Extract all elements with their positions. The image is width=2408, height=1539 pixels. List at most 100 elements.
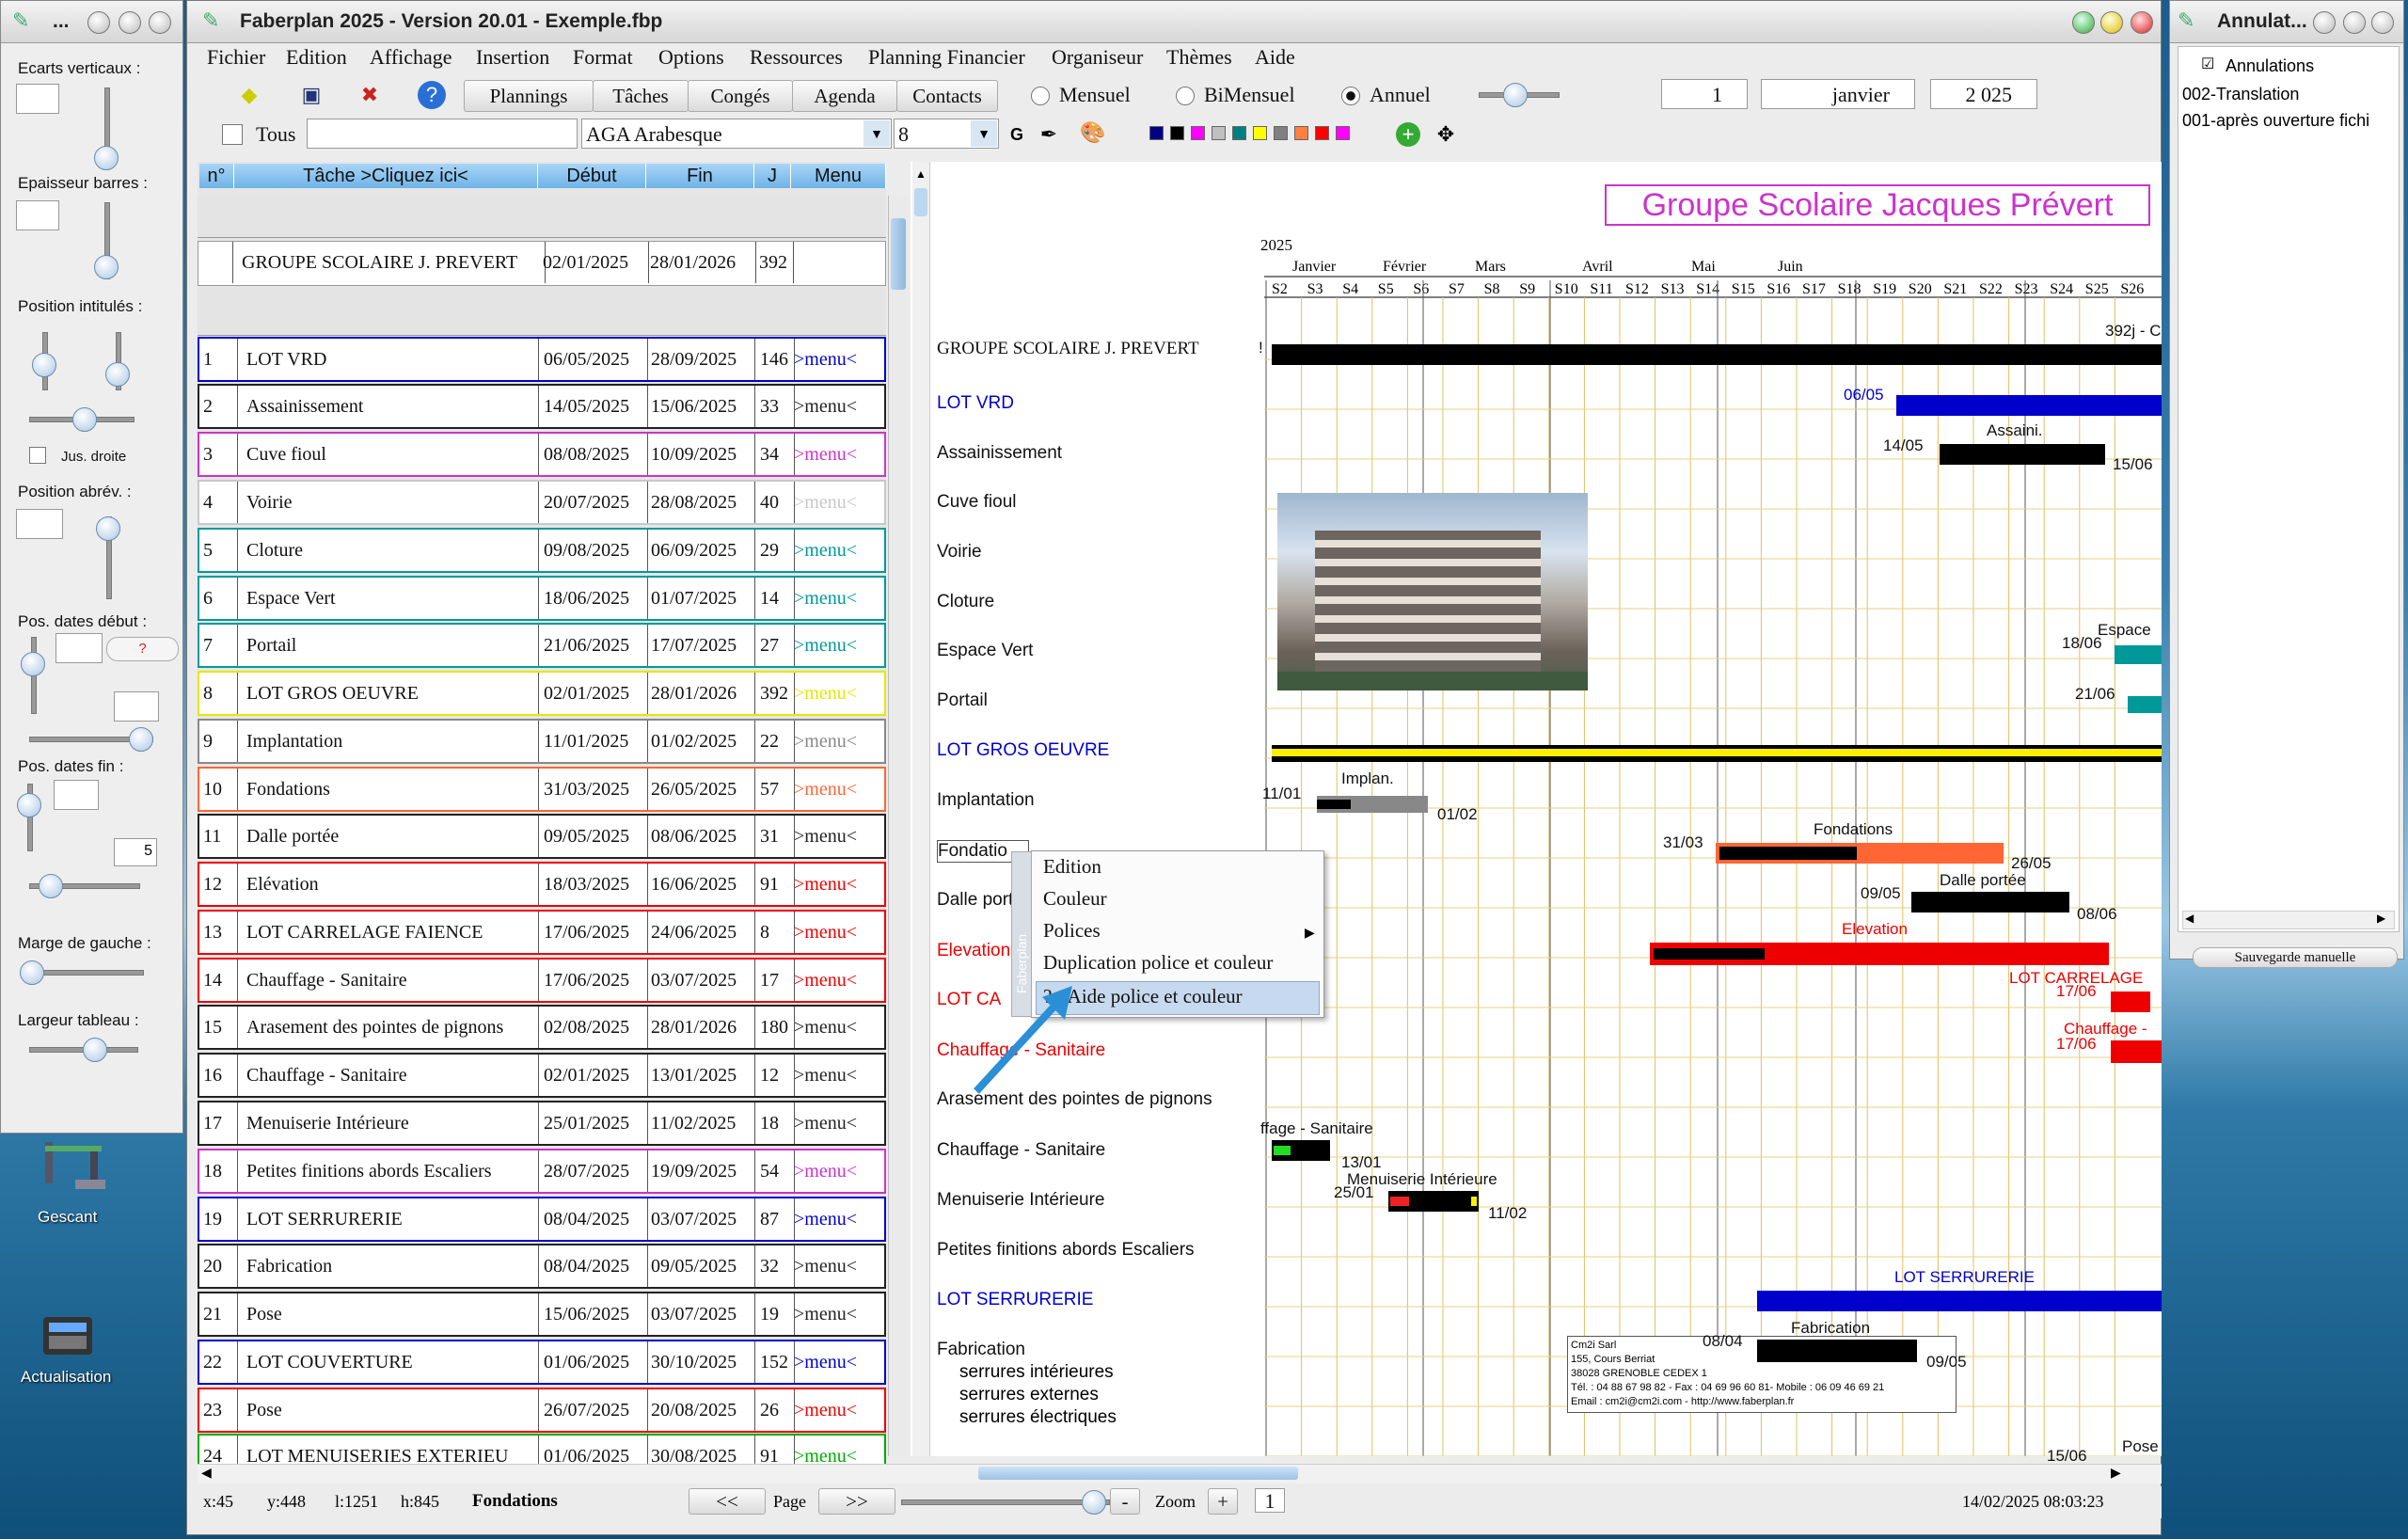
annuel-radio[interactable] — [1341, 87, 1360, 105]
zoom-minus-button[interactable]: - — [1110, 1488, 1140, 1515]
contacts-button[interactable]: Contacts — [896, 80, 998, 112]
debut-knob-h[interactable] — [129, 727, 153, 752]
task-menu[interactable]: >menu< — [790, 530, 888, 571]
task-menu[interactable]: >menu< — [790, 769, 888, 810]
menu-aide[interactable]: Aide — [1255, 45, 1295, 73]
vrd-bar[interactable] — [1896, 395, 2162, 416]
task-menu[interactable]: >menu< — [790, 864, 888, 905]
table-row[interactable]: 21 Pose 15/06/2025 03/07/2025 19 >menu< — [198, 1292, 886, 1337]
prev-page-button[interactable]: << — [689, 1488, 766, 1515]
intitules-knob-2[interactable] — [105, 362, 130, 387]
table-row[interactable]: 11 Dalle portée 09/05/2025 08/06/2025 31 >men… — [198, 814, 886, 859]
serr-bar[interactable] — [1757, 1291, 2162, 1311]
table-row[interactable]: 23 Pose 26/07/2025 20/08/2025 26 >menu< — [198, 1388, 886, 1433]
agenda-button[interactable]: Agenda — [792, 80, 897, 112]
largeur-knob[interactable] — [83, 1038, 107, 1062]
cm-edition[interactable]: Edition — [1043, 855, 1101, 879]
jus-droite-checkbox[interactable] — [29, 447, 46, 464]
year-input[interactable]: 2 025 — [1930, 79, 2037, 109]
debut-input[interactable] — [55, 633, 103, 663]
gantt-row-label[interactable]: LOT VRD — [937, 393, 1014, 414]
espace-bar[interactable] — [2115, 645, 2162, 664]
task-menu[interactable]: >menu< — [790, 434, 888, 475]
swatch-1[interactable] — [1149, 126, 1164, 140]
menu-affichage[interactable]: Affichage — [370, 45, 452, 73]
table-row[interactable]: 8 LOT GROS OEUVRE 02/01/2025 28/01/2026 392 >… — [198, 671, 886, 716]
epaisseur-knob[interactable] — [94, 255, 119, 279]
table-row[interactable]: 4 Voirie 20/07/2025 28/08/2025 40 >menu< — [198, 480, 886, 525]
epaisseur-input[interactable] — [16, 200, 59, 230]
zoom-value[interactable]: 1 — [1255, 1488, 1285, 1513]
task-menu[interactable]: >menu< — [790, 1103, 888, 1144]
abrev-knob[interactable] — [96, 516, 120, 541]
swatch-7[interactable] — [1274, 126, 1288, 140]
zoom-plus-button[interactable]: + — [1208, 1488, 1238, 1515]
gantt-hscroll-thumb[interactable] — [978, 1467, 1298, 1480]
gantt-row-label[interactable]: Voirie — [937, 542, 982, 563]
swatch-5[interactable] — [1232, 126, 1246, 140]
delete-icon[interactable]: ✖ — [356, 81, 384, 109]
tag-icon[interactable]: ◆ — [235, 81, 263, 109]
header-fin[interactable]: Fin — [646, 164, 754, 188]
gantt-row-label[interactable]: Elevation — [937, 941, 1010, 961]
taches-button[interactable]: Tâches — [593, 80, 689, 112]
task-menu[interactable]: >menu< — [790, 625, 888, 666]
gantt-row-label[interactable]: Fabrication — [937, 1340, 1025, 1360]
header-n[interactable]: n° — [199, 164, 234, 188]
table-row[interactable]: 5 Cloture 09/08/2025 06/09/2025 29 >menu< — [198, 528, 886, 573]
table-row[interactable]: 16 Chauffage - Sanitaire 02/01/2025 13/01/2… — [198, 1053, 886, 1098]
gantt-row-label[interactable]: GROUPE SCOLAIRE J. PREVERT — [937, 339, 1199, 359]
header-debut[interactable]: Début — [538, 164, 646, 188]
right-hscroll[interactable]: ◀ ▶ — [2182, 911, 2395, 929]
task-menu[interactable]: >menu< — [790, 673, 888, 714]
gantt-row-label[interactable]: LOT GROS OEUVRE — [937, 740, 1109, 761]
chevron-down-icon[interactable]: ▼ — [971, 120, 997, 147]
actualisation-icon[interactable] — [38, 1308, 103, 1364]
table-row[interactable]: 12 Elévation 18/03/2025 16/06/2025 91 >menu< — [198, 862, 886, 907]
gantt-row-label[interactable]: Menuiserie Intérieure — [937, 1190, 1104, 1211]
portail-bar[interactable] — [2128, 696, 2162, 713]
header-tache[interactable]: Tâche >Cliquez ici< — [234, 164, 538, 188]
fin-knob[interactable] — [17, 793, 41, 817]
mensuel-radio[interactable] — [1031, 87, 1050, 105]
swatch-3[interactable] — [1191, 126, 1205, 140]
abrev-input[interactable] — [16, 509, 63, 539]
maximize-button[interactable] — [2100, 11, 2123, 34]
menu-themes[interactable]: Thèmes — [1166, 45, 1232, 73]
group-row[interactable]: GROUPE SCOLAIRE J. PREVERT 02/01/2025 28… — [198, 241, 886, 286]
task-menu[interactable]: >menu< — [790, 1055, 888, 1096]
table-row[interactable]: 15 Arasement des pointes de pignons 02/08/… — [198, 1005, 886, 1050]
table-row[interactable]: 10 Fondations 31/03/2025 26/05/2025 57 >menu< — [198, 767, 886, 812]
debut-knob[interactable] — [21, 652, 45, 676]
page-knob[interactable] — [1082, 1490, 1106, 1515]
add-icon[interactable]: + — [1396, 122, 1420, 147]
table-row[interactable]: 2 Assainissement 14/05/2025 15/06/2025 33 >me… — [198, 384, 886, 429]
cm-couleur[interactable]: Couleur — [1043, 887, 1107, 911]
scroll-left-icon[interactable]: ◀ — [201, 1465, 212, 1481]
annulation-item[interactable]: 001-après ouverture fichi — [2182, 111, 2369, 131]
fab-bar[interactable] — [1757, 1340, 1917, 1362]
plannings-button[interactable]: Plannings — [464, 80, 594, 112]
task-menu[interactable]: >menu< — [790, 1007, 888, 1048]
fin-input[interactable] — [54, 780, 99, 810]
page-slider[interactable] — [901, 1499, 1110, 1505]
debut-input-2[interactable] — [114, 691, 159, 722]
intitules-knob-1[interactable] — [32, 353, 56, 377]
task-menu[interactable]: >menu< — [790, 1341, 888, 1383]
table-row[interactable]: 17 Menuiserie Intérieure 25/01/2025 11/02/2… — [198, 1101, 886, 1146]
table-scrollbar[interactable] — [888, 196, 910, 1456]
gantt-row-label[interactable]: Petites finitions abords Escaliers — [937, 1240, 1195, 1261]
task-menu[interactable]: >menu< — [790, 339, 888, 380]
swatch-4[interactable] — [1212, 126, 1226, 140]
menu-edition[interactable]: Edition — [286, 45, 347, 73]
swatch-10[interactable] — [1336, 126, 1350, 140]
menu-fichier[interactable]: Fichier — [207, 45, 265, 73]
cm-duplication[interactable]: Duplication police et couleur — [1043, 951, 1273, 975]
help-icon[interactable]: ? — [418, 81, 446, 109]
task-menu[interactable]: >menu< — [790, 578, 888, 619]
task-menu[interactable]: >menu< — [790, 386, 888, 427]
bimensuel-radio[interactable] — [1176, 87, 1195, 105]
minimize-button[interactable] — [2072, 11, 2095, 34]
chevron-down-icon[interactable]: ▼ — [863, 120, 890, 147]
task-menu[interactable]: >menu< — [790, 960, 888, 1001]
